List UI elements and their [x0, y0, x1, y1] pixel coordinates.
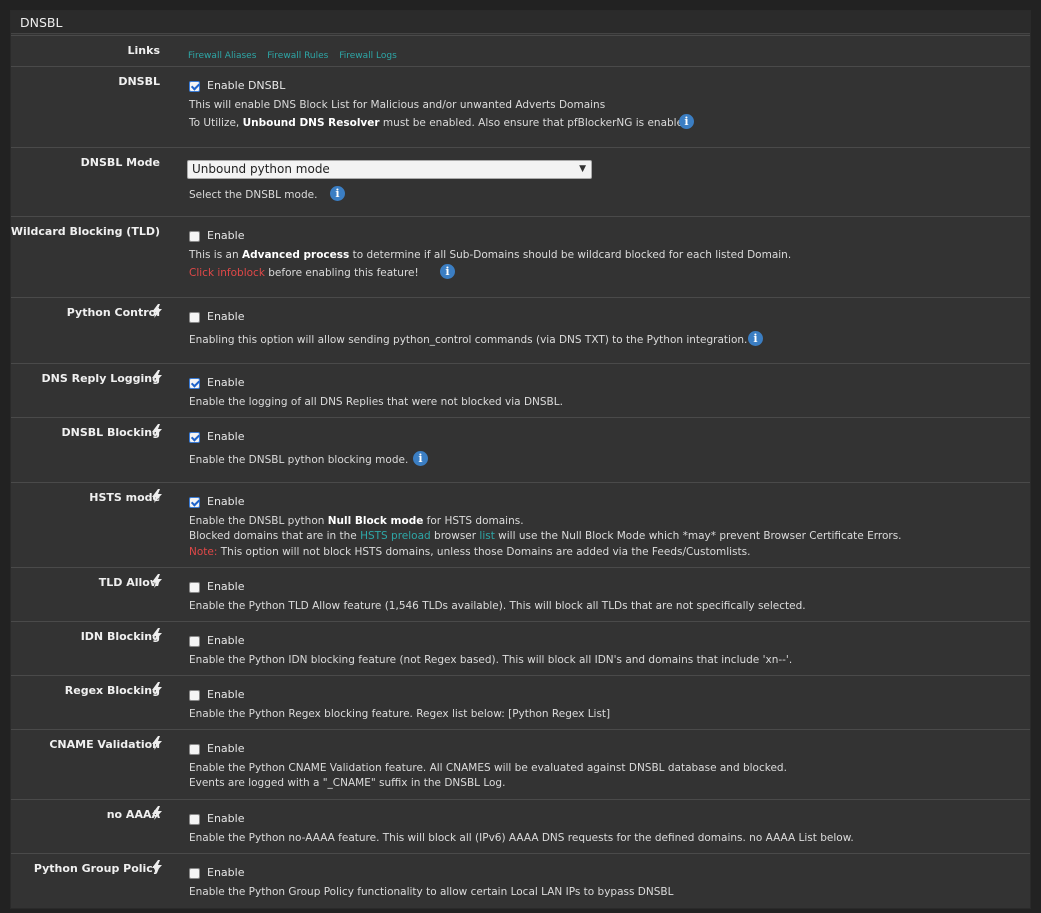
- dnsbl-desc-1: This will enable DNS Block List for Mali…: [189, 99, 606, 111]
- group-policy-checkbox-label: Enable: [207, 866, 245, 879]
- cname-checkbox[interactable]: [189, 744, 200, 755]
- info-icon[interactable]: i: [413, 451, 428, 466]
- row-wildcard: Wildcard Blocking (TLD) Enable This is a…: [11, 216, 1030, 297]
- lightning-bolt-icon: [152, 860, 162, 874]
- row-dnsbl: DNSBL Enable DNSBL This will enable DNS …: [11, 66, 1030, 147]
- noaaaa-checkbox[interactable]: [189, 814, 200, 825]
- info-icon[interactable]: i: [679, 114, 694, 129]
- dnsbl-blocking-desc: Enable the DNSBL python blocking mode.: [189, 454, 409, 466]
- cname-label: CNAME Validation: [49, 738, 160, 751]
- mode-selected-value: Unbound python mode: [192, 162, 330, 176]
- group-policy-desc: Enable the Python Group Policy functiona…: [189, 886, 674, 898]
- regex-label: Regex Blocking: [64, 684, 160, 697]
- row-group-policy: Python Group Policy Enable Enable the Py…: [11, 853, 1030, 908]
- group-policy-checkbox[interactable]: [189, 868, 200, 879]
- hsts-desc-1: Enable the DNSBL python Null Block mode …: [189, 515, 524, 527]
- lightning-bolt-icon: [152, 304, 162, 318]
- lightning-bolt-icon: [152, 489, 162, 503]
- lightning-bolt-icon: [152, 370, 162, 384]
- hsts-checkbox-label: Enable: [207, 495, 245, 508]
- dnsbl-mode-select[interactable]: Unbound python mode ▼: [187, 160, 592, 179]
- reply-logging-checkbox[interactable]: [189, 378, 200, 389]
- reply-logging-checkbox-label: Enable: [207, 376, 245, 389]
- reply-logging-label: DNS Reply Logging: [41, 372, 160, 385]
- row-links: Links Firewall Aliases Firewall Rules Fi…: [11, 35, 1030, 66]
- hsts-checkbox[interactable]: [189, 497, 200, 508]
- idn-desc: Enable the Python IDN blocking feature (…: [189, 654, 793, 666]
- row-noaaaa: no AAAA Enable Enable the Python no-AAAA…: [11, 799, 1030, 853]
- wildcard-desc-2: Click infoblock before enabling this fea…: [189, 267, 419, 279]
- dnsbl-panel: DNSBL Links Firewall Aliases Firewall Ru…: [10, 10, 1031, 909]
- row-python-control: Python Control Enable Enabling this opti…: [11, 297, 1030, 363]
- regex-desc: Enable the Python Regex blocking feature…: [189, 708, 611, 720]
- python-control-desc: Enabling this option will allow sending …: [189, 334, 748, 346]
- dnsbl-blocking-label: DNSBL Blocking: [61, 426, 160, 439]
- row-dnsbl-mode: DNSBL Mode Unbound python mode ▼ Select …: [11, 147, 1030, 216]
- link-firewall-aliases[interactable]: Firewall Aliases: [188, 51, 256, 61]
- regex-checkbox[interactable]: [189, 690, 200, 701]
- panel-title: DNSBL: [11, 11, 1030, 34]
- reply-logging-desc: Enable the logging of all DNS Replies th…: [189, 396, 563, 408]
- link-firewall-logs[interactable]: Firewall Logs: [339, 51, 397, 61]
- dnsbl-desc-2: To Utilize, Unbound DNS Resolver must be…: [189, 117, 694, 129]
- row-tld-allow: TLD Allow Enable Enable the Python TLD A…: [11, 567, 1030, 621]
- mode-label: DNSBL Mode: [80, 156, 160, 169]
- hsts-list-link[interactable]: list: [479, 530, 494, 542]
- idn-checkbox[interactable]: [189, 636, 200, 647]
- links-list: Firewall Aliases Firewall Rules Firewall…: [188, 51, 405, 61]
- noaaaa-desc: Enable the Python no-AAAA feature. This …: [189, 832, 854, 844]
- wildcard-desc-1: This is an Advanced process to determine…: [189, 249, 792, 261]
- lightning-bolt-icon: [152, 736, 162, 750]
- tld-allow-checkbox-label: Enable: [207, 580, 245, 593]
- lightning-bolt-icon: [152, 806, 162, 820]
- wildcard-checkbox-label: Enable: [207, 229, 245, 242]
- hsts-preload-link[interactable]: HSTS preload: [360, 530, 431, 542]
- tld-allow-desc: Enable the Python TLD Allow feature (1,5…: [189, 600, 806, 612]
- mode-desc: Select the DNSBL mode.: [189, 189, 318, 201]
- link-firewall-rules[interactable]: Firewall Rules: [267, 51, 328, 61]
- row-idn: IDN Blocking Enable Enable the Python ID…: [11, 621, 1030, 675]
- group-policy-label: Python Group Policy: [33, 862, 160, 875]
- wildcard-enable-checkbox[interactable]: [189, 231, 200, 242]
- row-hsts: HSTS mode Enable Enable the DNSBL python…: [11, 482, 1030, 567]
- noaaaa-checkbox-label: Enable: [207, 812, 245, 825]
- cname-desc-1: Enable the Python CNAME Validation featu…: [189, 762, 787, 774]
- row-cname: CNAME Validation Enable Enable the Pytho…: [11, 729, 1030, 799]
- idn-checkbox-label: Enable: [207, 634, 245, 647]
- tld-allow-checkbox[interactable]: [189, 582, 200, 593]
- dnsbl-blocking-checkbox[interactable]: [189, 432, 200, 443]
- info-icon[interactable]: i: [748, 331, 763, 346]
- wildcard-label: Wildcard Blocking (TLD): [10, 225, 160, 238]
- dnsbl-label: DNSBL: [118, 75, 160, 88]
- info-icon[interactable]: i: [330, 186, 345, 201]
- dnsbl-enable-checkbox[interactable]: [189, 81, 200, 92]
- row-regex: Regex Blocking Enable Enable the Python …: [11, 675, 1030, 729]
- info-icon[interactable]: i: [440, 264, 455, 279]
- infoblock-link[interactable]: Click infoblock: [189, 267, 265, 279]
- hsts-label: HSTS mode: [89, 491, 160, 504]
- links-label: Links: [127, 44, 160, 57]
- python-control-checkbox[interactable]: [189, 312, 200, 323]
- row-reply-logging: DNS Reply Logging Enable Enable the logg…: [11, 363, 1030, 417]
- chevron-down-icon: ▼: [579, 164, 586, 174]
- lightning-bolt-icon: [152, 574, 162, 588]
- regex-checkbox-label: Enable: [207, 688, 245, 701]
- python-control-label: Python Control: [66, 306, 160, 319]
- lightning-bolt-icon: [152, 628, 162, 642]
- hsts-desc-2: Blocked domains that are in the HSTS pre…: [189, 530, 902, 542]
- cname-checkbox-label: Enable: [207, 742, 245, 755]
- lightning-bolt-icon: [152, 424, 162, 438]
- lightning-bolt-icon: [152, 682, 162, 696]
- dnsbl-checkbox-label: Enable DNSBL: [207, 79, 286, 92]
- python-control-checkbox-label: Enable: [207, 310, 245, 323]
- row-dnsbl-blocking: DNSBL Blocking Enable Enable the DNSBL p…: [11, 417, 1030, 482]
- cname-desc-2: Events are logged with a "_CNAME" suffix…: [189, 777, 506, 789]
- hsts-desc-3: Note: This option will not block HSTS do…: [189, 546, 751, 558]
- idn-label: IDN Blocking: [80, 630, 160, 643]
- dnsbl-blocking-checkbox-label: Enable: [207, 430, 245, 443]
